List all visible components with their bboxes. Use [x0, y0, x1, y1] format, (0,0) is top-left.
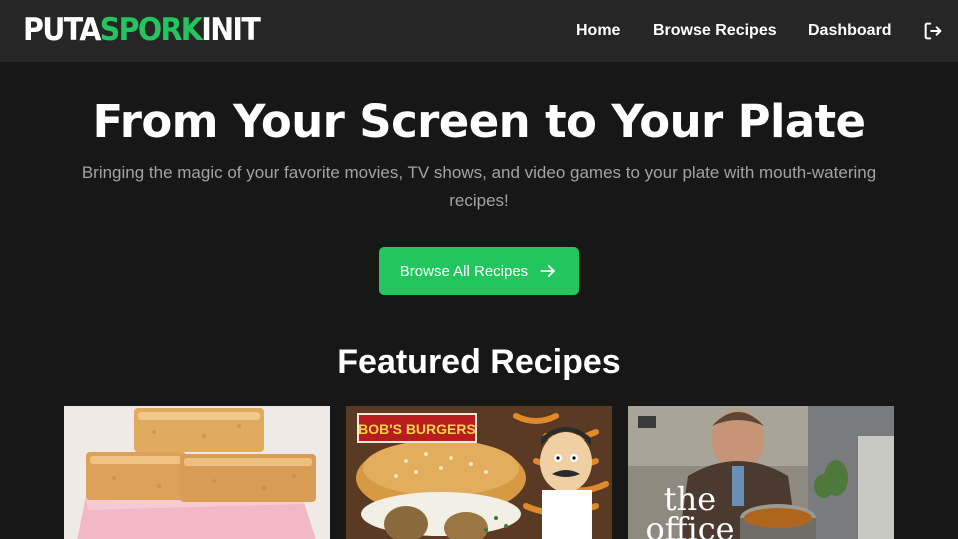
arrow-right-icon: [540, 265, 555, 277]
featured-recipes-title: Featured Recipes: [337, 343, 621, 381]
bobs-burgers-logo-text: BOB'S BURGERS: [358, 421, 476, 437]
recipe-card-image: [64, 406, 330, 539]
nav-home-link[interactable]: Home: [576, 21, 620, 41]
recipe-card-image: BOB'S BURGERS: [346, 406, 612, 539]
nav-dashboard-link[interactable]: Dashboard: [808, 21, 892, 41]
recipe-card[interactable]: BOB'S BURGERS: [346, 406, 612, 539]
recipe-card-image: the office: [628, 406, 894, 539]
hero-title: From Your Screen to Your Plate: [92, 95, 867, 148]
nav-browse-recipes-link[interactable]: Browse Recipes: [653, 21, 777, 41]
recipe-card[interactable]: the office: [628, 406, 894, 539]
navbar: PUTASPORKINIT Home Browse Recipes Dashbo…: [0, 0, 958, 62]
hero-subtitle: Bringing the magic of your favorite movi…: [81, 163, 877, 210]
browse-all-recipes-label: Browse All Recipes: [399, 262, 529, 280]
logout-icon[interactable]: [922, 20, 944, 42]
browse-all-recipes-button[interactable]: Browse All Recipes: [379, 247, 579, 295]
recipe-card[interactable]: [64, 406, 330, 539]
nav-links: Home Browse Recipes Dashboard: [0, 21, 958, 41]
